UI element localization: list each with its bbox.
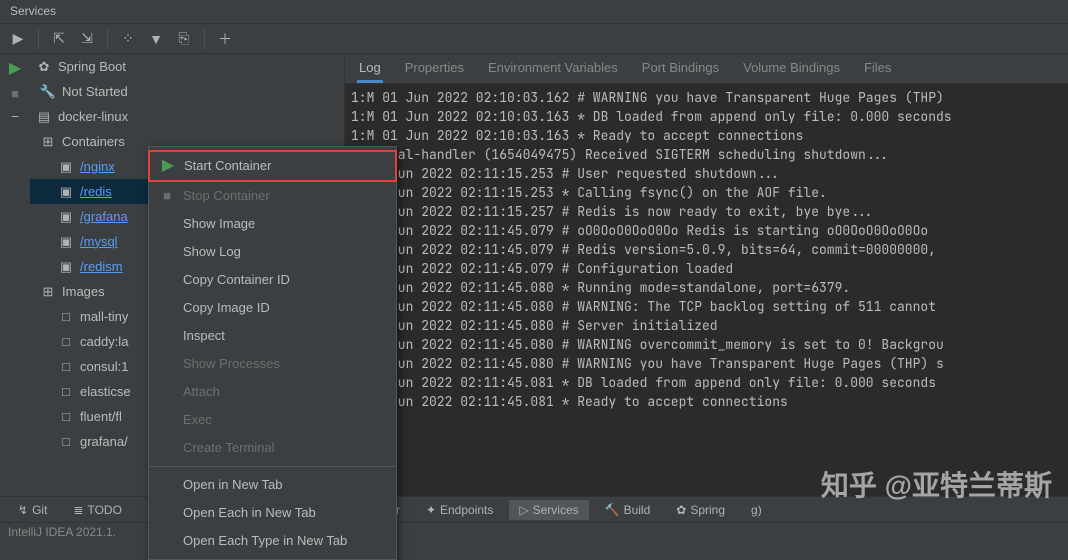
tree-node-docker[interactable]: ▤docker-linux (30, 104, 344, 129)
container-icon: ▣ (58, 155, 74, 179)
stop-icon[interactable]: ■ (11, 86, 19, 101)
menu-separator (149, 466, 396, 467)
detail-tabs: Log Properties Environment Variables Por… (345, 54, 1068, 84)
tree-node-spring-boot[interactable]: ✿Spring Boot (30, 54, 344, 79)
container-icon: ▣ (58, 230, 74, 254)
image-icon: □ (58, 305, 74, 329)
menu-open-each-in-new-tab[interactable]: Open Each in New Tab (149, 499, 396, 527)
toolwin-log-ext[interactable]: g) (741, 500, 772, 520)
menu-create-terminal: Create Terminal (149, 434, 396, 462)
view-icon[interactable]: ⎘ (172, 27, 196, 51)
toolwin-services[interactable]: ▷Services (509, 500, 588, 520)
container-icon: ▣ (58, 180, 74, 204)
minus-icon[interactable]: − (11, 109, 19, 124)
image-icon: □ (58, 430, 74, 454)
separator (38, 29, 39, 49)
stop-icon: ■ (159, 186, 175, 206)
container-icon: ▣ (58, 255, 74, 279)
filter-icon[interactable]: ▼ (144, 27, 168, 51)
tab-files[interactable]: Files (862, 55, 893, 83)
container-icon: ▣ (58, 205, 74, 229)
containers-icon: ⊞ (40, 130, 56, 154)
context-menu: ▶Start Container ■Stop Container Show Im… (148, 146, 397, 560)
toolwin-git[interactable]: ↯Git (8, 500, 57, 520)
menu-start-container[interactable]: ▶Start Container (148, 150, 397, 182)
tab-port-bindings[interactable]: Port Bindings (640, 55, 721, 83)
menu-show-log[interactable]: Show Log (149, 238, 396, 266)
docker-icon: ▤ (36, 105, 52, 129)
menu-attach: Attach (149, 378, 396, 406)
separator (204, 29, 205, 49)
hammer-icon: 🔨 (605, 503, 620, 517)
menu-show-image[interactable]: Show Image (149, 210, 396, 238)
menu-stop-container: ■Stop Container (149, 182, 396, 210)
toolbar: ▶ ⇱ ⇲ ⁘ ▼ ⎘ ＋ (0, 24, 1068, 54)
toolwin-endpoints[interactable]: ✦Endpoints (416, 500, 503, 520)
wrench-icon: 🔧 (40, 80, 56, 104)
collapse-all-icon[interactable]: ⇲ (75, 27, 99, 51)
image-icon: □ (58, 355, 74, 379)
run-icon[interactable]: ▶ (6, 27, 30, 51)
menu-show-processes: Show Processes (149, 350, 396, 378)
separator (107, 29, 108, 49)
play-icon: ▶ (160, 156, 176, 176)
menu-exec: Exec (149, 406, 396, 434)
menu-copy-container-id[interactable]: Copy Container ID (149, 266, 396, 294)
images-icon: ⊞ (40, 280, 56, 304)
menu-open-each-type-in-new-tab[interactable]: Open Each Type in New Tab (149, 527, 396, 555)
group-icon[interactable]: ⁘ (116, 27, 140, 51)
spring-icon: ✿ (676, 503, 686, 517)
expand-all-icon[interactable]: ⇱ (47, 27, 71, 51)
endpoint-icon: ✦ (426, 503, 436, 517)
menu-copy-image-id[interactable]: Copy Image ID (149, 294, 396, 322)
log-output[interactable]: 1:M 01 Jun 2022 02:10:03.162 # WARNING y… (345, 84, 1068, 496)
run-icon[interactable]: ▶ (9, 58, 21, 78)
image-icon: □ (58, 380, 74, 404)
add-icon[interactable]: ＋ (213, 27, 237, 51)
branch-icon: ↯ (18, 503, 28, 517)
toolwin-spring[interactable]: ✿Spring (666, 500, 735, 520)
tab-log[interactable]: Log (357, 55, 383, 83)
menu-inspect[interactable]: Inspect (149, 322, 396, 350)
spring-icon: ✿ (36, 55, 52, 79)
list-icon: ≣ (73, 503, 83, 517)
toolwin-build[interactable]: 🔨Build (595, 500, 661, 520)
tree-node-not-started[interactable]: 🔧Not Started (30, 79, 344, 104)
image-icon: □ (58, 405, 74, 429)
panel-title: Services (0, 0, 1068, 24)
tab-properties[interactable]: Properties (403, 55, 466, 83)
services-icon: ▷ (519, 503, 528, 517)
tab-volume-bindings[interactable]: Volume Bindings (741, 55, 842, 83)
image-icon: □ (58, 330, 74, 354)
menu-open-in-new-tab[interactable]: Open in New Tab (149, 471, 396, 499)
toolwin-todo[interactable]: ≣TODO (63, 500, 132, 520)
tab-env-vars[interactable]: Environment Variables (486, 55, 620, 83)
